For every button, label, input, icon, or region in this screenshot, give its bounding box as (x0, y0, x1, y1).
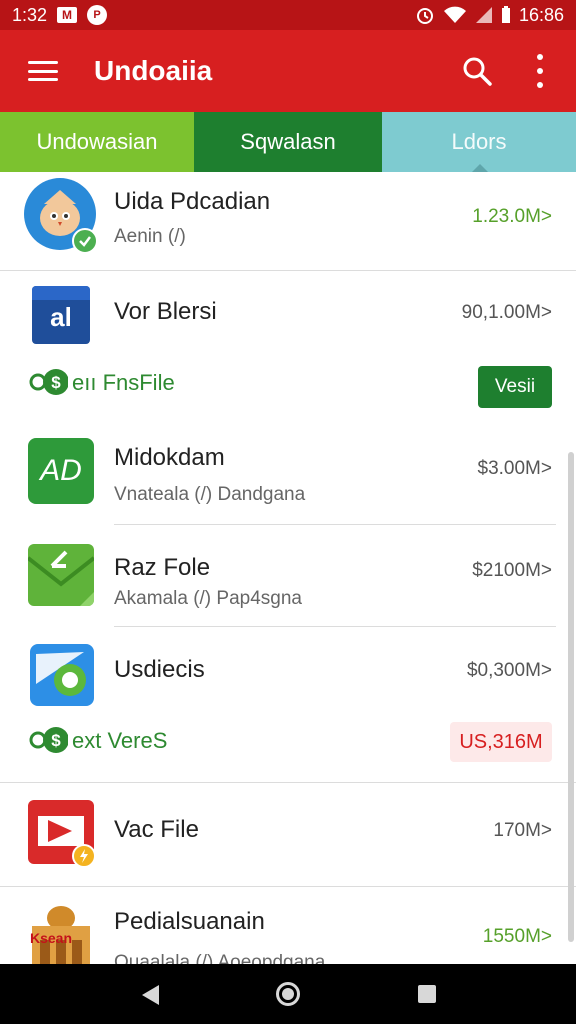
list-item[interactable]: Vac File 170M> (0, 784, 576, 886)
alarm-icon (416, 8, 433, 24)
item-name: Pedialsuanain (114, 908, 265, 935)
temple-app-icon-text: Ksean (30, 930, 73, 946)
scrollbar[interactable] (568, 452, 574, 942)
item-size[interactable]: 170M> (493, 820, 552, 842)
signal-icon (475, 7, 492, 23)
wifi-icon (443, 6, 466, 23)
dollar-link-icon: $ (29, 727, 68, 753)
back-icon[interactable] (142, 985, 159, 1005)
tab-indicator (472, 164, 488, 172)
divider (0, 270, 576, 271)
item-name: Midokdam (114, 444, 225, 471)
home-icon[interactable] (276, 982, 300, 1006)
list-item[interactable]: Uida Pdcadian Aenin (/) 1.23.0M> (0, 172, 576, 270)
mail-app-icon (28, 544, 94, 606)
status-time: 1:32 (12, 4, 48, 25)
navigation-bar (0, 964, 576, 1024)
status-bar: 1:32 M P 16:86 (0, 0, 576, 30)
item-size[interactable]: 90,1.00M> (462, 302, 552, 324)
item-name: Raz Fole (114, 554, 211, 581)
battery-icon (501, 6, 510, 23)
version-button[interactable]: Vesii (478, 366, 552, 408)
more-options-icon[interactable] (534, 54, 546, 88)
item-size[interactable]: 1.23.0M> (472, 206, 552, 228)
document-app-icon: al (32, 286, 90, 344)
item-subtitle: Aenin (/) (114, 226, 186, 247)
menu-icon[interactable] (28, 61, 58, 81)
app-bar: Undoaiia (0, 30, 576, 112)
item-action-label[interactable]: eıı FnsFile (72, 370, 175, 396)
recent-apps-icon[interactable] (418, 985, 436, 1003)
divider (0, 886, 576, 887)
item-size[interactable]: $3.00M> (478, 458, 552, 480)
item-size[interactable]: $0,300M> (467, 660, 552, 682)
list-item[interactable]: Ksean Pedialsuanain Ouaalala (/) Aoeopdg… (0, 888, 576, 964)
list-item[interactable]: Usdiecis $0,300M> $ ext VereS US,316M (0, 628, 576, 782)
item-size[interactable]: $2100M> (472, 560, 552, 582)
tab-ldors-label: Ldors (451, 129, 507, 154)
document-app-icon-text: al (50, 302, 72, 332)
divider (114, 626, 556, 627)
dollar-link-icon: $ (29, 369, 68, 395)
flash-badge-icon (72, 844, 96, 868)
divider (0, 782, 576, 783)
green-ad-app-icon-text: AD (40, 454, 82, 487)
search-icon[interactable] (462, 56, 492, 86)
tab-ldors[interactable]: Ldors (382, 112, 576, 172)
tab-sqwalasn[interactable]: Sqwalasn (194, 112, 382, 172)
list-item[interactable]: Raz Fole Akamala (/) Pap4sgna $2100M> (0, 526, 576, 626)
divider (114, 524, 556, 525)
item-action-label[interactable]: ext VereS (72, 728, 167, 754)
status-clock: 16:86 (518, 4, 564, 25)
app-list: Uida Pdcadian Aenin (/) 1.23.0M> al Vor … (0, 172, 576, 964)
list-item[interactable]: al Vor Blersi 90,1.00M> $ eıı FnsFile Ve… (0, 272, 576, 424)
svg-text:$: $ (51, 373, 61, 392)
notification-circle-icon: P (87, 5, 108, 25)
chat-app-icon (30, 644, 94, 706)
green-ad-app-icon: AD (28, 438, 94, 504)
item-name: Usdiecis (114, 656, 205, 683)
item-subtitle: Ouaalala (/) Aoeopdgana (114, 952, 326, 964)
svg-text:$: $ (51, 731, 61, 750)
item-subtitle: Vnateala (/) Dandgana (114, 484, 306, 505)
tab-bar: Undowasian Sqwalasn Ldors (0, 112, 576, 172)
item-subtitle: Akamala (/) Pap4sgna (114, 588, 302, 609)
item-size[interactable]: 1550M> (483, 926, 552, 948)
gmail-icon: M (57, 7, 78, 23)
item-name: Vor Blersi (114, 298, 217, 325)
list-item[interactable]: AD Midokdam Vnateala (/) Dandgana $3.00M… (0, 424, 576, 526)
price-button[interactable]: US,316M (450, 722, 552, 762)
verified-badge-icon (72, 228, 98, 254)
tab-undowasian[interactable]: Undowasian (0, 112, 194, 172)
item-name: Vac File (114, 816, 199, 843)
app-title: Undoaiia (94, 55, 213, 86)
item-name: Uida Pdcadian (114, 188, 271, 215)
temple-app-icon: Ksean (26, 900, 96, 964)
